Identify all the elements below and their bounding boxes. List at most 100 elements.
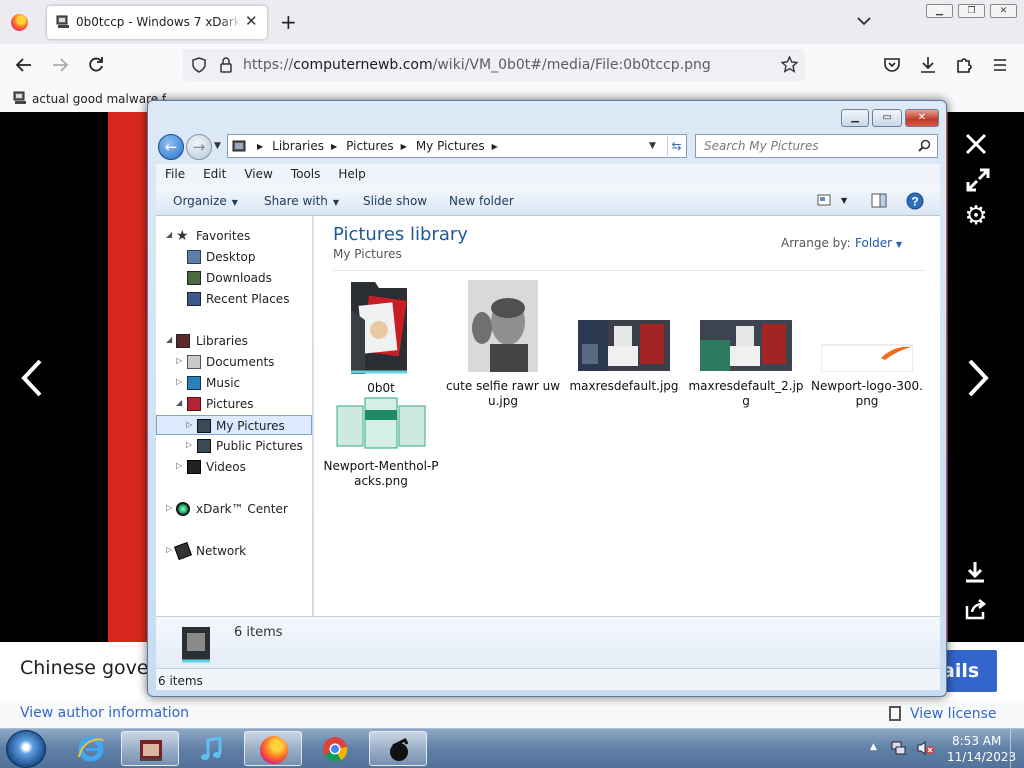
file-item[interactable]: maxresdefault.jpg xyxy=(566,280,682,394)
download-icon[interactable] xyxy=(918,55,938,75)
file-item[interactable]: Newport-Menthol-Packs.png xyxy=(323,396,439,489)
network-tray-icon[interactable] xyxy=(890,740,906,756)
menu-file[interactable]: File xyxy=(156,164,194,186)
file-item[interactable]: 0b0t xyxy=(323,280,439,396)
lock-icon[interactable] xyxy=(219,57,233,73)
bookmark-star-icon[interactable] xyxy=(781,56,798,73)
tab-close-icon[interactable]: ✕ xyxy=(245,12,258,30)
refresh-icon[interactable]: ⇆ xyxy=(667,136,685,156)
preview-pane-icon[interactable] xyxy=(871,193,887,208)
recent-pages-chevron-icon[interactable]: ▼ xyxy=(214,141,221,151)
breadcrumb-my-pictures[interactable]: My Pictures xyxy=(416,139,485,154)
new-folder-button[interactable]: New folder xyxy=(449,194,514,208)
menu-edit[interactable]: Edit xyxy=(194,164,235,186)
share-icon[interactable] xyxy=(964,598,988,620)
close-window-button[interactable]: ✕ xyxy=(990,4,1017,18)
gear-icon[interactable]: ⚙ xyxy=(962,203,990,231)
view-options-chevron-icon[interactable]: ▼ xyxy=(841,196,847,205)
start-button[interactable] xyxy=(6,730,46,768)
file-item[interactable]: maxresdefault_2.jpg xyxy=(688,280,804,409)
bookmark-item[interactable]: actual good malware f xyxy=(32,92,166,106)
share-with-button[interactable]: Share with ▼ xyxy=(264,194,339,208)
nav-public-pictures[interactable]: ▷ Public Pictures xyxy=(156,436,313,456)
expand-arrow-icon[interactable]: ▷ xyxy=(186,440,192,449)
explorer-close-button[interactable]: ✕ xyxy=(905,109,939,127)
fullscreen-icon[interactable] xyxy=(966,168,990,192)
search-input[interactable]: Search My Pictures xyxy=(704,139,819,153)
taskbar-explorer[interactable] xyxy=(121,731,179,766)
nav-favorites[interactable]: ◢ ★ Favorites xyxy=(156,226,313,246)
slide-show-button[interactable]: Slide show xyxy=(363,194,427,208)
breadcrumb-separator-icon[interactable]: ▶ xyxy=(331,139,337,154)
nav-desktop[interactable]: Desktop xyxy=(156,247,313,267)
license-link[interactable]: View license xyxy=(910,706,997,722)
nav-libraries[interactable]: ◢ Libraries xyxy=(156,331,313,351)
breadcrumb-separator-icon[interactable]: ▶ xyxy=(401,139,407,154)
nav-music[interactable]: ▷ Music xyxy=(156,373,313,393)
search-box[interactable]: Search My Pictures xyxy=(695,134,938,158)
nav-recent-places[interactable]: Recent Places xyxy=(156,289,313,309)
extensions-puzzle-icon[interactable] xyxy=(954,55,974,75)
collapse-arrow-icon[interactable]: ◢ xyxy=(176,398,182,407)
explorer-minimize-button[interactable]: ▁ xyxy=(841,109,869,127)
explorer-maximize-button[interactable]: ▭ xyxy=(872,109,902,127)
new-tab-icon[interactable]: + xyxy=(280,10,297,34)
taskbar-app[interactable] xyxy=(369,731,427,766)
menu-view[interactable]: View xyxy=(235,164,281,186)
expand-arrow-icon[interactable]: ▷ xyxy=(166,545,172,554)
nav-xdark-center[interactable]: ▷ xDark™ Center xyxy=(156,499,313,519)
back-arrow-icon[interactable] xyxy=(14,55,34,75)
clock-date[interactable]: 11/14/2023 xyxy=(947,750,1016,764)
menu-tools[interactable]: Tools xyxy=(282,164,330,186)
show-hidden-icons-icon[interactable]: ▲ xyxy=(870,742,877,752)
search-icon[interactable] xyxy=(918,139,931,152)
url-bar[interactable]: https://computernewb.com/wiki/VM_0b0t#/m… xyxy=(183,49,805,81)
close-icon[interactable] xyxy=(964,132,988,156)
expand-arrow-icon[interactable]: ▷ xyxy=(186,420,192,429)
arrange-by-dropdown[interactable]: Folder ▼ xyxy=(855,236,902,250)
taskbar-music-player[interactable] xyxy=(183,731,241,766)
previous-image-icon[interactable] xyxy=(16,357,48,399)
nav-documents[interactable]: ▷ Documents xyxy=(156,352,313,372)
breadcrumb-separator-icon[interactable]: ▶ xyxy=(492,139,498,154)
hamburger-menu-icon[interactable] xyxy=(990,55,1010,75)
nav-downloads[interactable]: Downloads xyxy=(156,268,313,288)
chevron-down-icon[interactable] xyxy=(855,12,873,30)
url-text[interactable]: https://computernewb.com/wiki/VM_0b0t#/m… xyxy=(243,57,711,73)
expand-arrow-icon[interactable]: ▷ xyxy=(166,503,172,512)
breadcrumb-libraries[interactable]: Libraries xyxy=(272,139,324,154)
nav-videos[interactable]: ▷ Videos xyxy=(156,457,313,477)
collapse-arrow-icon[interactable]: ◢ xyxy=(166,230,172,239)
breadcrumb-pictures[interactable]: Pictures xyxy=(346,139,394,154)
minimize-window-button[interactable]: ▁ xyxy=(926,4,953,18)
download-icon[interactable] xyxy=(964,560,986,584)
taskbar-chrome[interactable] xyxy=(306,731,364,766)
firefox-logo-icon[interactable] xyxy=(11,14,28,31)
volume-muted-icon[interactable] xyxy=(916,740,934,756)
collapse-arrow-icon[interactable]: ◢ xyxy=(166,335,172,344)
pocket-icon[interactable] xyxy=(882,55,902,75)
taskbar-firefox[interactable] xyxy=(244,731,302,766)
menu-help[interactable]: Help xyxy=(329,164,374,186)
explorer-back-button[interactable]: ← xyxy=(158,134,184,160)
nav-my-pictures[interactable]: ▷ My Pictures xyxy=(156,415,312,435)
restore-window-button[interactable]: ❐ xyxy=(958,4,985,18)
address-dropdown-icon[interactable]: ▼ xyxy=(649,141,656,151)
show-desktop-button[interactable] xyxy=(1010,729,1024,768)
organize-button[interactable]: Organize ▼ xyxy=(173,194,238,208)
next-image-icon[interactable] xyxy=(962,357,994,399)
clock-time[interactable]: 8:53 AM xyxy=(952,734,1001,748)
author-info-link[interactable]: View author information xyxy=(20,705,189,721)
shield-icon[interactable] xyxy=(191,57,207,73)
expand-arrow-icon[interactable]: ▷ xyxy=(176,356,182,365)
help-icon[interactable]: ? xyxy=(906,192,924,210)
forward-arrow-icon[interactable] xyxy=(50,55,70,75)
breadcrumb-separator-icon[interactable]: ▶ xyxy=(257,139,263,154)
file-item[interactable]: cute selfie rawr uwu.jpg xyxy=(445,279,561,409)
explorer-forward-button[interactable]: → xyxy=(186,134,212,160)
more-details-button[interactable]: ails xyxy=(940,650,997,692)
nav-pictures[interactable]: ◢ Pictures xyxy=(156,394,313,414)
nav-network[interactable]: ▷ Network xyxy=(156,541,313,561)
reload-icon[interactable] xyxy=(86,55,106,75)
browser-tab[interactable]: 0b0tccp - Windows 7 xDark v5. ✕ xyxy=(47,6,267,39)
